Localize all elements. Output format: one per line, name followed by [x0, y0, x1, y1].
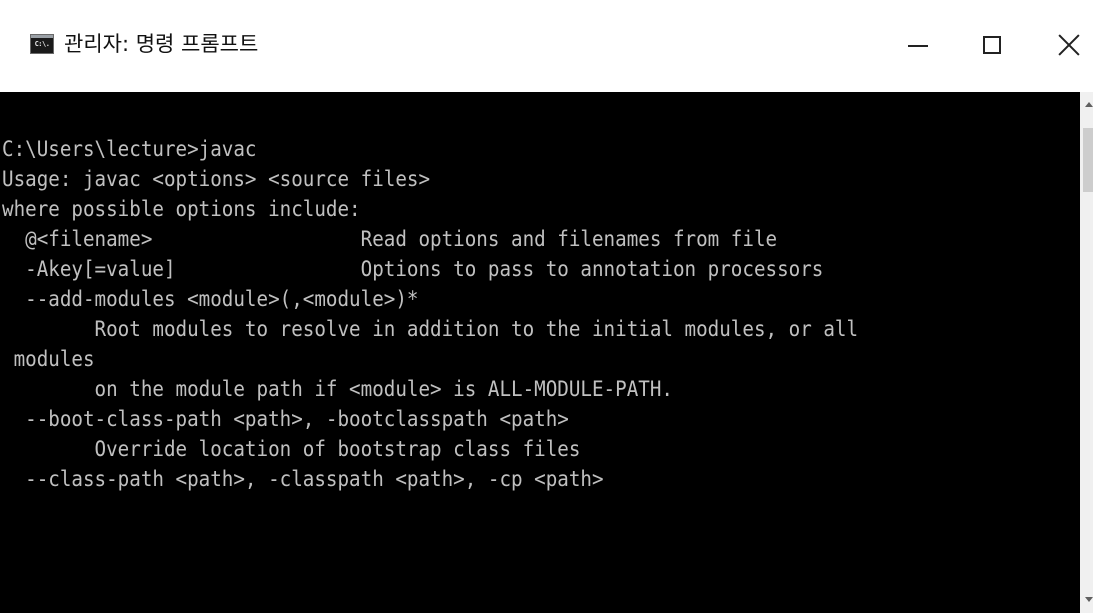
console-line: --class-path <path>, -classpath <path>, … — [2, 467, 604, 491]
console-line: Root modules to resolve in addition to t… — [2, 317, 859, 341]
console-text: C:\Users\lecture>javac Usage: javac <opti… — [2, 134, 858, 494]
console-line: @<filename> Read options and filenames f… — [2, 227, 778, 251]
console-line: --boot-class-path <path>, -bootclasspath… — [2, 407, 569, 431]
console-line: -Akey[=value] Options to pass to annotat… — [2, 257, 824, 281]
maximize-icon — [983, 36, 1001, 54]
cmd-icon[interactable]: C:\. — [30, 34, 54, 54]
console-line: modules — [2, 347, 95, 371]
scroll-down-arrow-icon[interactable] — [1080, 587, 1093, 613]
close-button[interactable] — [1044, 22, 1093, 68]
command-prompt-window: C:\. 관리자: 명령 프롬프트 C:\Users\lecture>javac… — [0, 0, 1093, 613]
vertical-scrollbar[interactable] — [1080, 92, 1093, 613]
console-line: C:\Users\lecture>javac — [2, 137, 257, 161]
minimize-button[interactable] — [895, 22, 941, 68]
window-title: 관리자: 명령 프롬프트 — [64, 32, 259, 56]
title-bar[interactable]: C:\. 관리자: 명령 프롬프트 — [0, 0, 1093, 92]
console-line: --add-modules <module>(,<module>)* — [2, 287, 419, 311]
console-output-area[interactable]: C:\Users\lecture>javac Usage: javac <opti… — [0, 92, 1080, 613]
close-icon — [1058, 34, 1080, 56]
scroll-up-arrow-icon[interactable] — [1080, 92, 1093, 118]
console-line: on the module path if <module> is ALL-MO… — [2, 377, 673, 401]
console-line: where possible options include: — [2, 197, 361, 221]
console-line: Usage: javac <options> <source files> — [2, 167, 431, 191]
console-line: Override location of bootstrap class fil… — [2, 437, 581, 461]
minimize-icon — [908, 45, 928, 47]
maximize-button[interactable] — [970, 22, 1016, 68]
scrollbar-thumb[interactable] — [1083, 128, 1093, 192]
